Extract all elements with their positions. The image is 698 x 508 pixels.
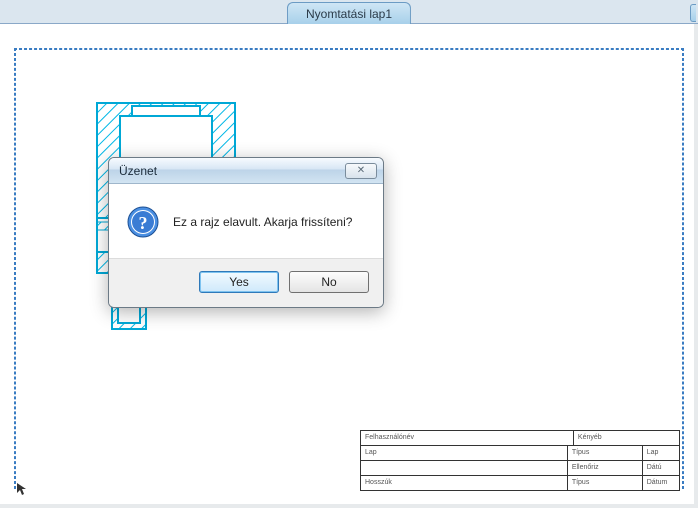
cursor-icon xyxy=(16,482,30,496)
dialog-body: ? Ez a rajz elavult. Akarja frissíteni? xyxy=(109,184,383,258)
svg-text:?: ? xyxy=(139,213,148,233)
no-button[interactable]: No xyxy=(289,271,369,293)
print-boundary-top xyxy=(14,48,684,50)
title-block: Felhasználónév Kényéb Lap Típus Lap Elle… xyxy=(360,430,680,491)
tb-cell: Lap xyxy=(643,446,679,460)
tab-label: Nyomtatási lap1 xyxy=(306,7,392,21)
tb-cell: Típus xyxy=(568,446,643,460)
tb-cell: Lap xyxy=(361,446,568,460)
print-boundary-left xyxy=(14,48,16,489)
dialog-button-row: Yes No xyxy=(109,258,383,307)
tb-cell: Dátú xyxy=(643,461,679,475)
tb-cell: Dátum xyxy=(643,476,679,490)
tb-cell: Hosszúk xyxy=(361,476,568,490)
message-dialog: Üzenet ✕ ? Ez a rajz elavult. Akarja fri… xyxy=(108,157,384,308)
yes-button[interactable]: Yes xyxy=(199,271,279,293)
tb-cell: Típus xyxy=(568,476,643,490)
tab-scroll-hint[interactable] xyxy=(690,4,696,22)
question-icon: ? xyxy=(127,206,159,238)
print-boundary-right xyxy=(682,48,684,489)
dialog-message: Ez a rajz elavult. Akarja frissíteni? xyxy=(173,215,352,229)
tb-cell xyxy=(361,461,568,475)
close-button[interactable]: ✕ xyxy=(345,163,377,179)
tab-print-sheet[interactable]: Nyomtatási lap1 xyxy=(287,2,411,24)
tb-cell: Ellenőriz xyxy=(568,461,643,475)
dialog-titlebar[interactable]: Üzenet ✕ xyxy=(109,158,383,184)
tb-cell: Felhasználónév xyxy=(361,431,574,445)
close-icon: ✕ xyxy=(357,165,365,176)
scrollbar-right[interactable] xyxy=(694,24,698,508)
scrollbar-bottom[interactable] xyxy=(0,504,698,508)
dialog-title: Üzenet xyxy=(119,164,345,178)
tab-bar: Nyomtatási lap1 xyxy=(0,0,698,24)
tb-cell: Kényéb xyxy=(574,431,679,445)
